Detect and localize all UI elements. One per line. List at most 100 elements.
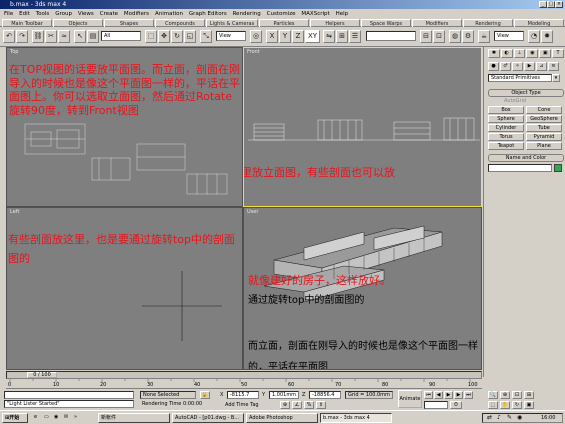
viewport-left[interactable]: Left 有些剖面放这里，也是要通过旋转top中的剖面图的 [6,207,243,370]
current-frame-field[interactable] [424,401,448,409]
menu-help[interactable]: Help [336,11,349,17]
autogrid-checkbox[interactable]: AutoGrid [504,98,526,104]
menu-create[interactable]: Create [100,11,118,17]
menu-modifiers[interactable]: Modifiers [124,11,149,17]
named-selection-icon[interactable]: ☰ [349,30,361,43]
tab-lights-cameras[interactable]: Lights & Cameras [206,19,258,27]
menu-views[interactable]: Views [78,11,94,17]
box-button[interactable]: Box [488,106,524,114]
viewport-top[interactable]: Top 在TOP视图的话要放平面图。而立面，剖面在刚导入的时候也是像这个平面图一… [6,47,243,207]
plane-button[interactable]: Plane [526,142,562,150]
torus-button[interactable]: Torus [488,133,524,141]
taskbar-item-folder[interactable]: 新帐件 [98,413,170,423]
object-type-rollout[interactable]: Object Type [488,89,564,97]
tray-volume-icon[interactable]: ♪ [497,414,501,421]
modify-tab-icon[interactable]: ◐ [500,49,513,58]
track-view-icon[interactable]: ⊟ [420,30,432,43]
quick-launch-outlook-icon[interactable]: ✉ [62,413,70,423]
y-coordinate[interactable]: 1.001mm [269,391,299,399]
select-by-name-icon[interactable]: ▤ [87,30,99,43]
tab-main-toolbar[interactable]: Main Toolbar [2,19,52,27]
menu-graph-editors[interactable]: Graph Editors [189,11,227,17]
restrict-xy-button[interactable]: XY [305,30,320,43]
menu-file[interactable]: File [4,11,13,17]
restrict-x-button[interactable]: X [266,30,278,43]
helpers-icon[interactable]: ⊿ [536,62,547,71]
object-color-swatch[interactable] [554,164,562,172]
menu-rendering[interactable]: Rendering [233,11,261,17]
manipulate-icon[interactable]: ⤡ [200,30,212,43]
quick-render-icon[interactable]: ☕ [478,30,490,43]
quick-launch-extra-icon[interactable]: » [72,413,80,423]
select-icon[interactable]: ↖ [74,30,86,43]
min-max-toggle-icon[interactable]: ▣ [524,401,534,409]
cone-button[interactable]: Cone [526,106,562,114]
undo-icon[interactable]: ↶ [3,30,15,43]
menu-animation[interactable]: Animation [155,11,183,17]
tab-space-warps[interactable]: Space Warps [361,19,411,27]
hierarchy-tab-icon[interactable]: ⊥ [513,49,526,58]
tab-helpers[interactable]: Helpers [310,19,360,27]
next-frame-icon[interactable]: ▶ [454,391,463,399]
tray-network-icon[interactable]: ⇄ [487,414,492,421]
add-time-tag-button[interactable]: Add Time Tag [225,401,275,409]
tab-shapes[interactable]: Shapes [104,19,154,27]
start-button[interactable]: ⊞开始 [2,413,28,423]
time-slider[interactable]: 0 / 100 [6,371,482,379]
x-coordinate[interactable]: -8115.7 [227,391,259,399]
tab-particles[interactable]: Particles [259,19,309,27]
render-last-icon[interactable]: ◔ [528,30,540,43]
play-icon[interactable]: ▶ [444,391,453,399]
tray-app-icon[interactable]: ◉ [517,414,522,421]
chevron-down-icon[interactable]: ▾ [552,74,560,82]
maxscript-listener-field[interactable] [4,391,134,399]
zoom-icon[interactable]: 🔍 [488,391,498,399]
angle-snap-icon[interactable]: ∠ [292,401,302,409]
track-bar[interactable]: 0 10 20 30 40 50 60 70 80 90 100 [6,379,482,389]
cylinder-button[interactable]: Cylinder [488,124,524,132]
bind-spacewarp-icon[interactable]: ≈ [58,30,70,43]
restrict-y-button[interactable]: Y [279,30,291,43]
tab-modeling[interactable]: Modeling [514,19,564,27]
unlink-icon[interactable]: ✂ [45,30,57,43]
motion-tab-icon[interactable]: ◉ [526,49,539,58]
teapot-button[interactable]: Teapot [488,142,524,150]
material-editor-icon[interactable]: ◍ [449,30,461,43]
zoom-extents-all-icon[interactable]: ⊞ [524,391,534,399]
previous-frame-icon[interactable]: ◀ [434,391,443,399]
menu-customize[interactable]: Customize [267,11,296,17]
quick-launch-media-icon[interactable]: ◉ [52,413,60,423]
tab-modifiers[interactable]: Modifiers [412,19,462,27]
utilities-tab-icon[interactable]: T [552,49,564,58]
mirror-icon[interactable]: ⇋ [323,30,335,43]
link-icon[interactable]: ⛓ [32,30,44,43]
maximize-button[interactable]: □ [547,1,555,8]
activeshade-icon[interactable]: ✹ [541,30,553,43]
lock-selection-icon[interactable]: 🔒 [200,391,210,399]
schematic-view-icon[interactable]: ⊡ [433,30,445,43]
object-name-field[interactable] [488,164,552,172]
tab-rendering[interactable]: Rendering [463,19,513,27]
pyramid-button[interactable]: Pyramid [526,133,562,141]
menu-edit[interactable]: Edit [19,11,30,17]
align-icon[interactable]: ⊞ [336,30,348,43]
taskbar-item-autocad[interactable]: AutoCAD - [p01.dwg - B... [172,413,244,423]
pivot-center-icon[interactable]: ◎ [250,30,262,43]
time-config-icon[interactable]: ⏱ [450,401,462,409]
geosphere-button[interactable]: GeoSphere [526,115,562,123]
create-tab-icon[interactable]: ✱ [488,49,500,58]
snaps-toggle-icon[interactable]: ⊕ [280,401,290,409]
tab-objects[interactable]: Objects [53,19,103,27]
close-button[interactable]: × [555,1,563,8]
region-zoom-icon[interactable]: ⬚ [488,401,498,409]
reference-coordinate-dropdown[interactable]: View [216,31,246,41]
tray-ime-icon[interactable]: ✎ [507,414,512,421]
select-move-icon[interactable]: ✥ [158,30,170,43]
sphere-button[interactable]: Sphere [488,115,524,123]
restrict-z-button[interactable]: Z [292,30,304,43]
menu-tools[interactable]: Tools [36,11,50,17]
percent-snap-icon[interactable]: % [304,401,314,409]
select-rotate-icon[interactable]: ↻ [171,30,183,43]
shapes-icon[interactable]: ♂ [500,62,511,71]
menu-maxscript[interactable]: MAXScript [301,11,329,17]
